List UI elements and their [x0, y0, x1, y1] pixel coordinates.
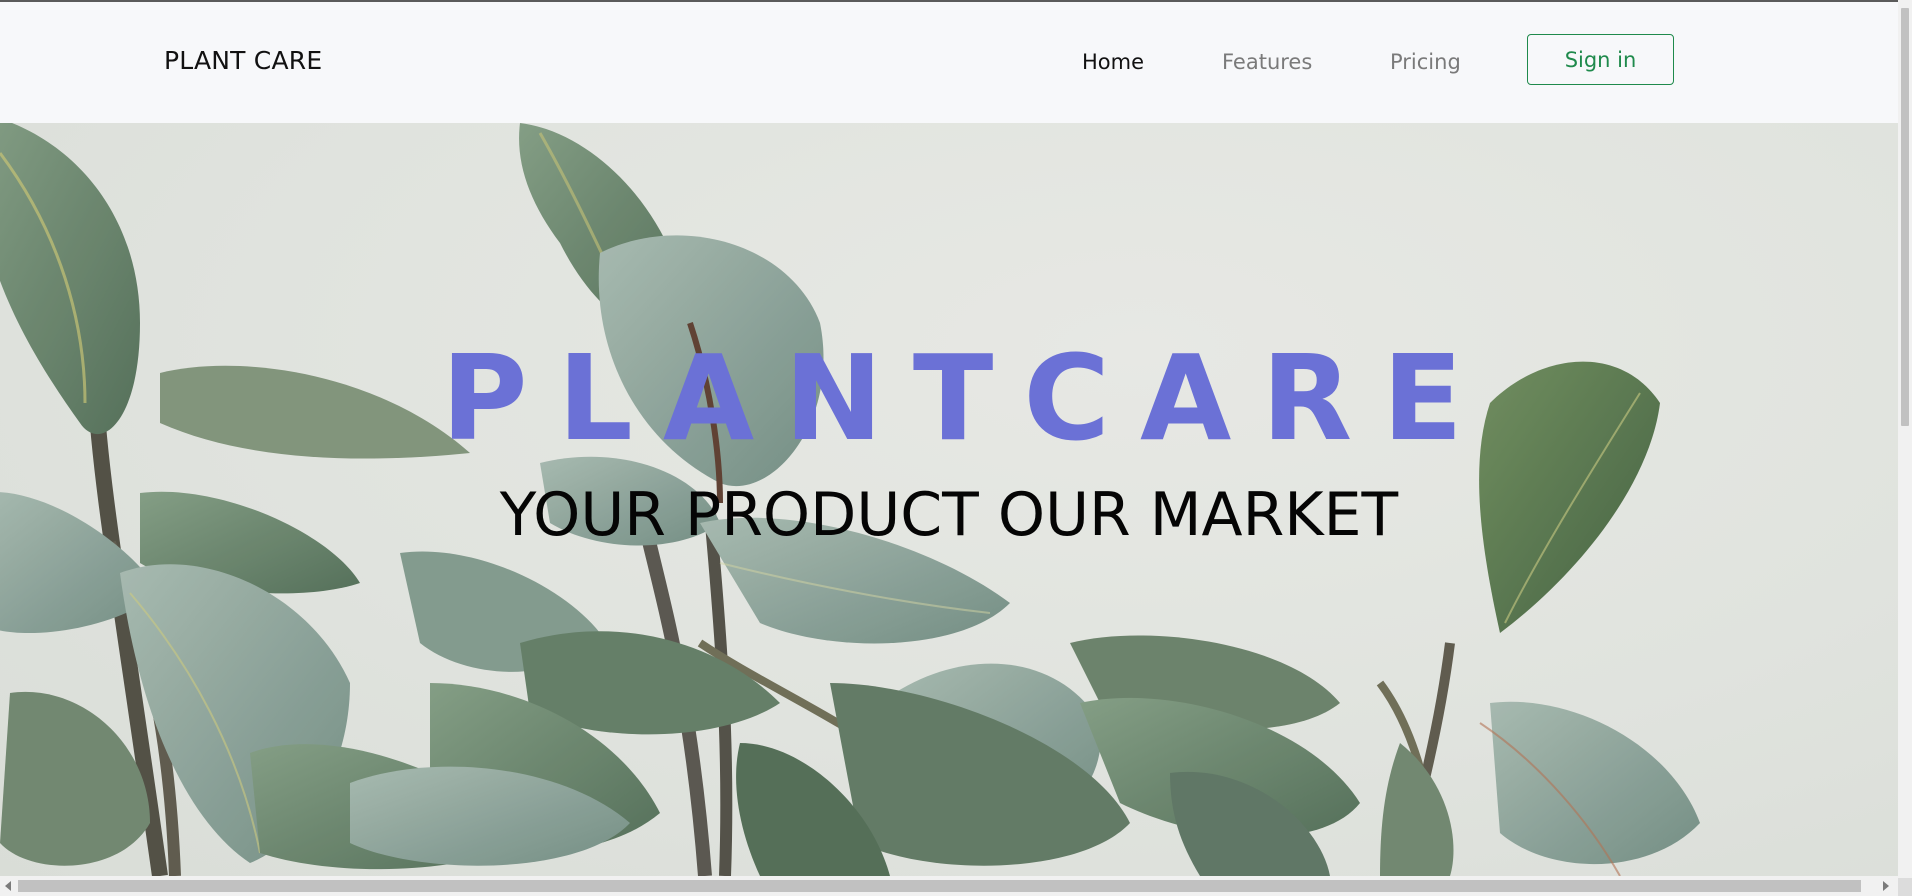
nav-link-home[interactable]: Home	[1082, 50, 1144, 74]
horizontal-scrollbar[interactable]	[0, 876, 1898, 896]
top-border	[0, 0, 1898, 2]
hero-title: PLANTCARE	[441, 329, 1493, 467]
brand-logo-text[interactable]: PLANT CARE	[164, 46, 322, 75]
vertical-scrollbar-thumb[interactable]	[1901, 8, 1909, 426]
nav-link-features[interactable]: Features	[1222, 50, 1312, 74]
hero-section: PLANTCARE YOUR PRODUCT OUR MARKET	[0, 123, 1898, 876]
vertical-scrollbar[interactable]	[1898, 0, 1912, 878]
navbar: PLANT CARE Home Features Pricing Sign in	[0, 2, 1898, 123]
sign-in-button[interactable]: Sign in	[1527, 34, 1674, 85]
scroll-right-arrow-icon[interactable]	[1883, 881, 1889, 891]
page: PLANT CARE Home Features Pricing Sign in	[0, 0, 1912, 896]
scroll-left-arrow-icon[interactable]	[5, 881, 11, 891]
horizontal-scrollbar-thumb[interactable]	[18, 880, 1861, 892]
nav-link-pricing[interactable]: Pricing	[1390, 50, 1461, 74]
hero-subtitle: YOUR PRODUCT OUR MARKET	[499, 480, 1399, 550]
scrollbar-corner	[1898, 878, 1912, 896]
